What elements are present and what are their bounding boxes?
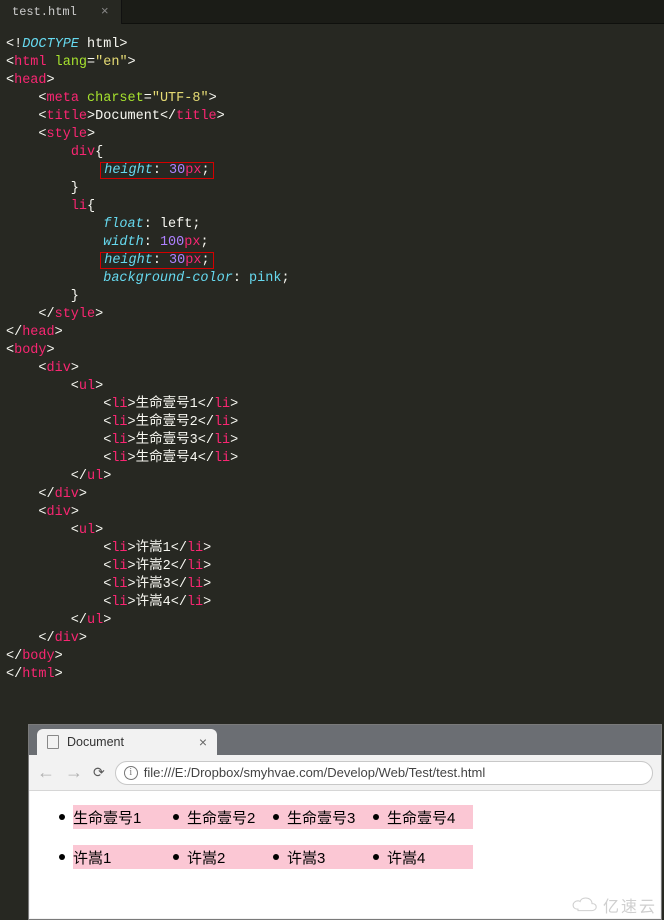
back-icon[interactable]: ← xyxy=(37,762,55,783)
list-item-label: 许嵩4 xyxy=(387,847,425,868)
highlight-box: height: 30px; xyxy=(100,252,213,269)
browser-tab-title: Document xyxy=(67,735,191,749)
code-editor[interactable]: <!DOCTYPE html><html lang="en"><head> <m… xyxy=(0,24,664,708)
bullet-icon xyxy=(59,854,65,860)
bullet-icon xyxy=(59,814,65,820)
bullet-icon xyxy=(273,814,279,820)
highlight-box: height: 30px; xyxy=(100,162,213,179)
list-item: 许嵩4 xyxy=(373,845,473,869)
list-item: 许嵩3 xyxy=(273,845,373,869)
file-icon xyxy=(47,735,59,749)
url-input[interactable]: i file:///E:/Dropbox/smyhvae.com/Develop… xyxy=(115,761,653,785)
browser-toolbar: ← → ⟳ i file:///E:/Dropbox/smyhvae.com/D… xyxy=(29,755,661,791)
bullet-icon xyxy=(373,854,379,860)
info-icon[interactable]: i xyxy=(124,766,138,780)
watermark: 亿速云 xyxy=(571,893,657,917)
close-icon[interactable]: × xyxy=(101,4,109,19)
reload-icon[interactable]: ⟳ xyxy=(93,764,105,781)
list-item-label: 生命壹号1 xyxy=(73,807,141,828)
editor-tabbar: test.html × xyxy=(0,0,664,24)
list-item-label: 许嵩2 xyxy=(187,847,225,868)
list-item-label: 许嵩1 xyxy=(73,847,111,868)
editor-tab[interactable]: test.html × xyxy=(0,0,122,24)
browser-window: Document × ← → ⟳ i file:///E:/Dropbox/sm… xyxy=(28,724,662,920)
list-item-label: 许嵩3 xyxy=(287,847,325,868)
browser-tabbar: Document × xyxy=(29,725,661,755)
list-item: 许嵩2 xyxy=(173,845,273,869)
list-item: 生命壹号3 xyxy=(273,805,373,829)
forward-icon[interactable]: → xyxy=(65,762,83,783)
rendered-page: 生命壹号1 生命壹号2 生命壹号3 生命壹号4 许嵩1 许嵩2 许嵩3 许嵩4 xyxy=(29,791,661,895)
bullet-icon xyxy=(173,854,179,860)
list-row: 许嵩1 许嵩2 许嵩3 许嵩4 xyxy=(59,845,651,869)
list-item: 许嵩1 xyxy=(73,845,173,869)
list-item: 生命壹号2 xyxy=(173,805,273,829)
close-icon[interactable]: × xyxy=(199,734,207,750)
url-text: file:///E:/Dropbox/smyhvae.com/Develop/W… xyxy=(144,765,486,780)
watermark-text: 亿速云 xyxy=(603,893,657,917)
list-row: 生命壹号1 生命壹号2 生命壹号3 生命壹号4 xyxy=(59,805,651,829)
list-item-label: 生命壹号4 xyxy=(387,807,455,828)
browser-tab[interactable]: Document × xyxy=(37,729,217,755)
editor-tab-label: test.html xyxy=(12,5,77,19)
bullet-icon xyxy=(273,854,279,860)
bullet-icon xyxy=(173,814,179,820)
list-item: 生命壹号4 xyxy=(373,805,473,829)
list-item-label: 生命壹号2 xyxy=(187,807,255,828)
bullet-icon xyxy=(373,814,379,820)
list-item-label: 生命壹号3 xyxy=(287,807,355,828)
list-item: 生命壹号1 xyxy=(73,805,173,829)
